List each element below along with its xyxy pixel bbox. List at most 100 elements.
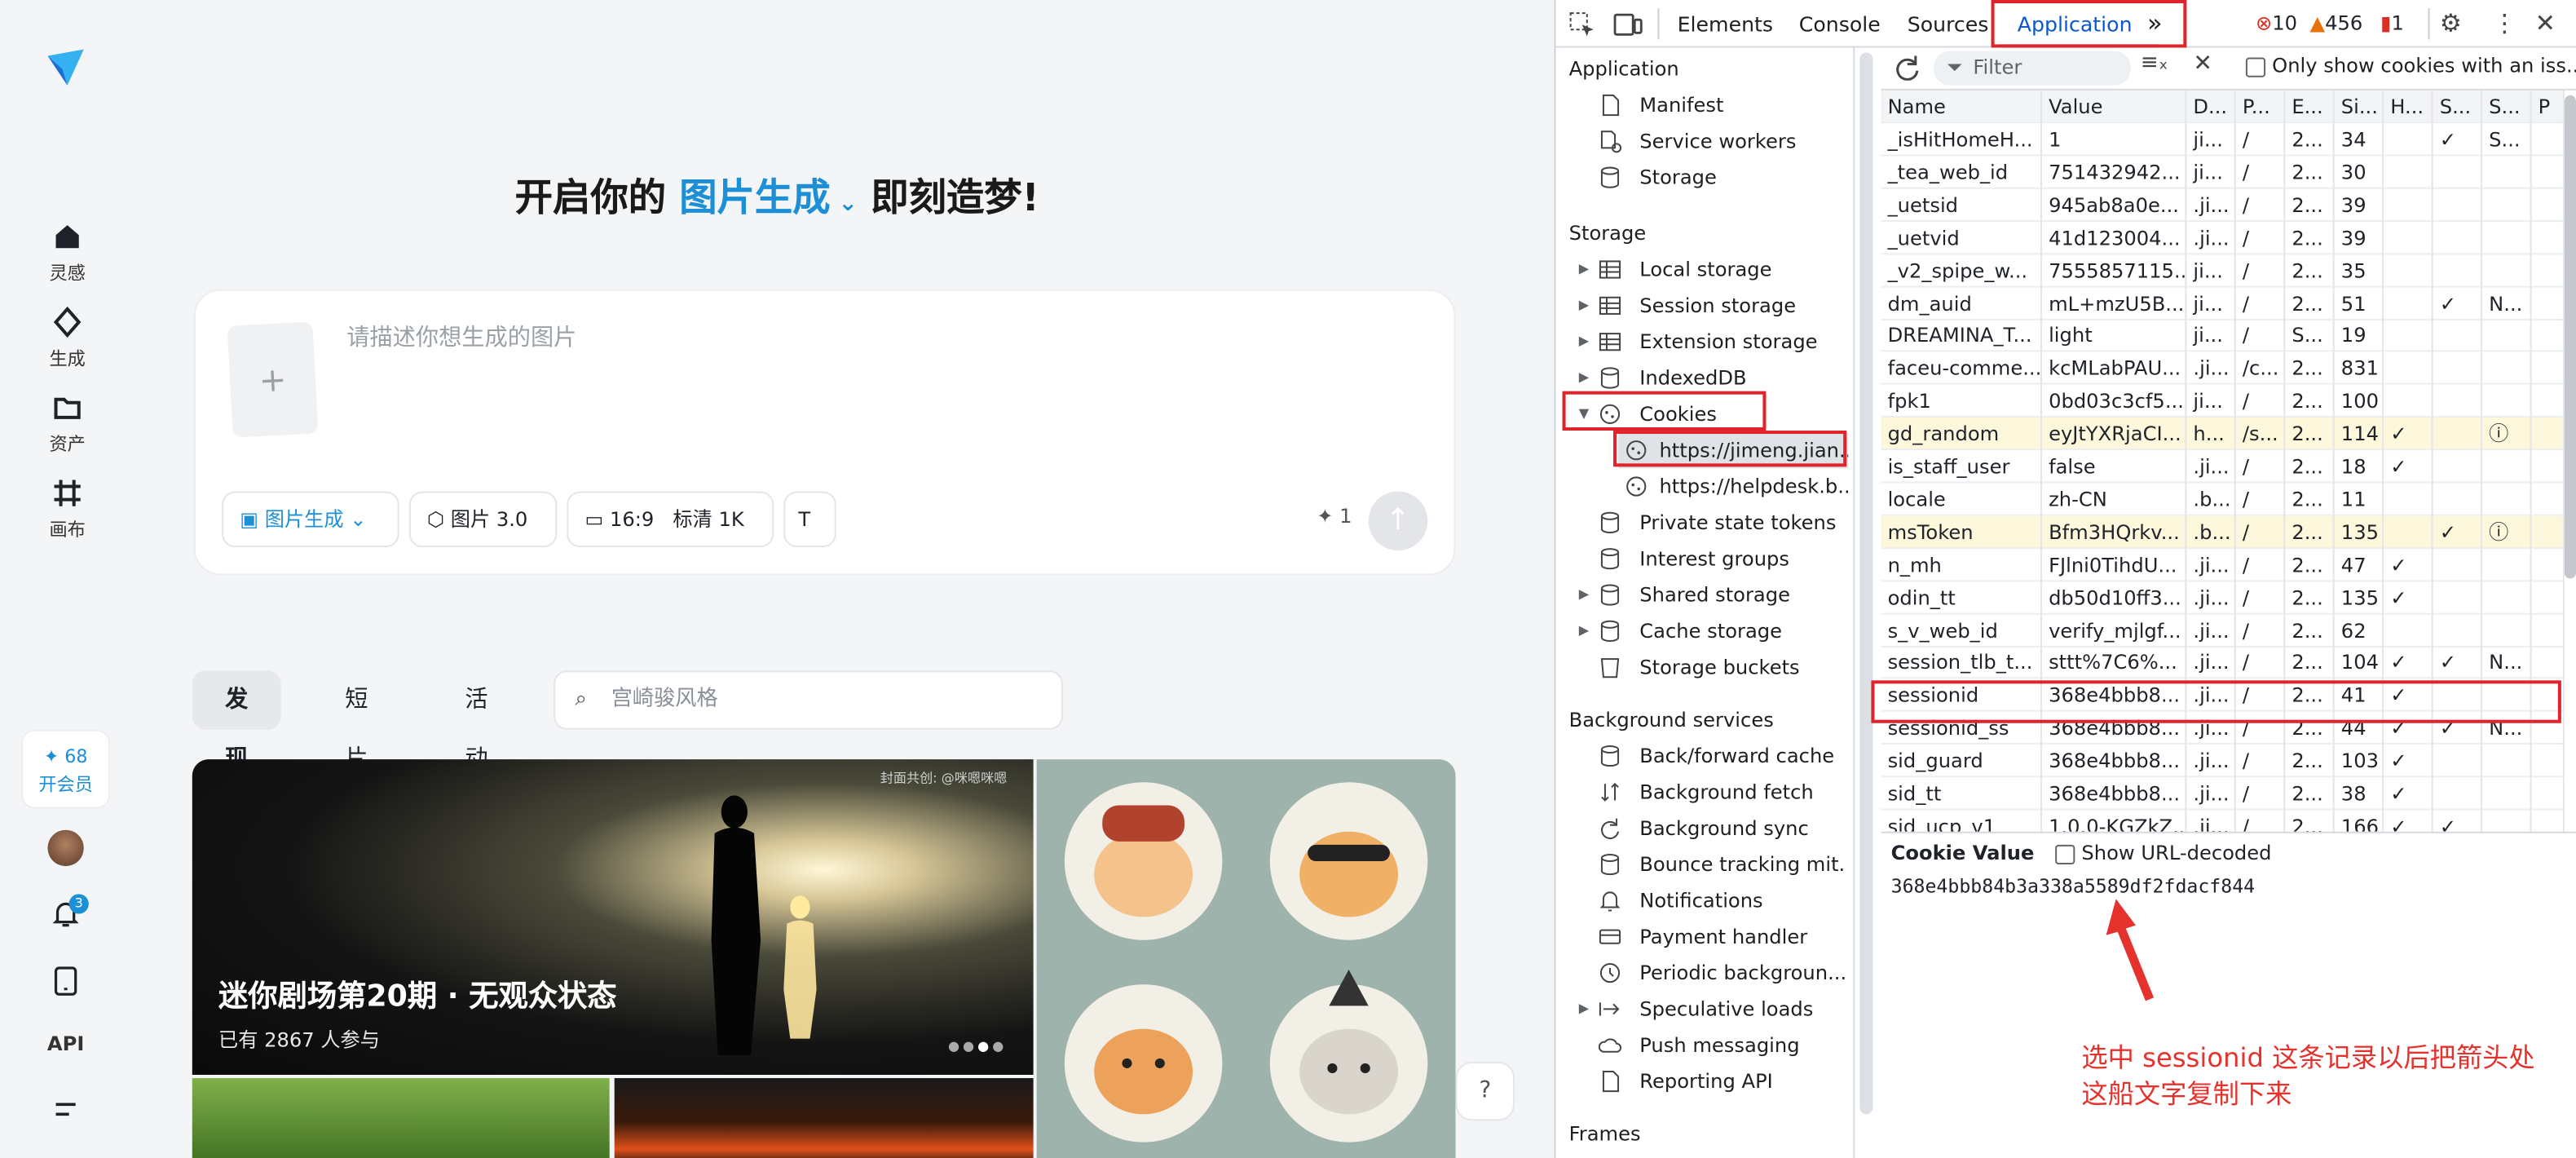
featured-banner[interactable]: 封面共创: @咪嗯咪嗯 迷你剧场第20期 · 无观众状态 已有 2867 人参与… [192, 759, 1034, 1076]
device-icon[interactable] [52, 966, 78, 996]
table-row[interactable]: dm_auid mL+mzU5B... ji.../2... 51 ✓ N... [1881, 286, 2565, 320]
model-select[interactable]: ⬡ 图片 3.0 [408, 491, 558, 548]
close-icon[interactable]: ✕ [2535, 8, 2556, 38]
expand-arrow-icon[interactable]: ▶ [1579, 251, 1589, 287]
sidebar-item-speculative-loads[interactable]: ▶ Speculative loads [1573, 991, 1852, 1027]
delete-selected-icon[interactable]: ✕ [2193, 51, 2212, 77]
column-header[interactable]: S... [2433, 90, 2483, 124]
sidebar-item-cache-storage[interactable]: ▶ Cache storage [1573, 613, 1852, 649]
expand-arrow-icon[interactable]: ▶ [1579, 324, 1589, 360]
nav-inspiration[interactable]: 灵感 [29, 220, 105, 286]
table-row[interactable]: _uetvid 41d123004... .ji.../2... 39 [1881, 221, 2565, 254]
table-row[interactable]: _uetsid 945ab8a0e... .ji.../2... 39 [1881, 188, 2565, 222]
table-row[interactable]: session_tlb_t... sttt%7C6%... .ji.../2... 1… [1881, 646, 2565, 680]
vip-button[interactable]: ✦ 68 开会员 [21, 729, 111, 809]
sidebar-item-private-state-tokens[interactable]: Private state tokens [1599, 505, 1845, 541]
table-row[interactable]: _v2_spipe_w... 7555857115... ji.../2... 35 [1881, 254, 2565, 287]
expand-arrow-icon[interactable]: ▶ [1579, 288, 1589, 324]
feed-thumb-sunset[interactable] [614, 1078, 1034, 1158]
error-counter[interactable]: ⊗10 [2256, 11, 2297, 34]
sidebar-item-manifest[interactable]: Manifest [1599, 87, 1845, 123]
sidebar-item-storage[interactable]: Storage [1599, 159, 1845, 195]
sidebar-item-reporting-api[interactable]: Reporting API [1599, 1063, 1845, 1099]
settings-gear-icon[interactable]: ⚙ [2440, 8, 2462, 38]
sidebar-item-service-workers[interactable]: Service workers [1599, 123, 1845, 159]
help-button[interactable]: ? [1455, 1061, 1515, 1121]
feed-thumb-cats[interactable] [1036, 759, 1456, 1158]
table-row[interactable]: fpk1 0bd03c3cf5... ji.../2... 100 [1881, 384, 2565, 418]
upload-reference-button[interactable]: + [227, 321, 319, 438]
table-row[interactable]: is_staff_user false .ji.../2... 18 ✓ [1881, 450, 2565, 484]
table-row[interactable]: gd_random eyJtYXRjaCI... h.../s... 2... 114 ✓… [1881, 418, 2565, 451]
search-input[interactable]: ⌕ 宫崎骏风格 [554, 670, 1063, 730]
mode-select[interactable]: ▣ 图片生成 ⌄ [222, 491, 399, 548]
ratio-quality-select[interactable]: ▭ 16:9 标清 1K [567, 491, 774, 548]
nav-assets[interactable]: 资产 [29, 391, 105, 457]
column-header[interactable]: S... [2482, 90, 2532, 124]
table-row[interactable]: sid_ucp_v1 1.0.0-KGZkZ... .ji.../2... 166 ✓ ✓ [1881, 810, 2565, 832]
column-header[interactable]: P [2532, 90, 2565, 124]
url-decode-checkbox[interactable] [2055, 844, 2075, 865]
expand-arrow-icon[interactable]: ▶ [1579, 991, 1589, 1027]
column-header[interactable]: Name [1881, 90, 2043, 124]
sidebar-scrollbar[interactable] [1859, 52, 1873, 1115]
sidebar-item-extension-storage[interactable]: ▶ Extension storage [1573, 324, 1852, 360]
app-logo[interactable] [44, 46, 86, 88]
sidebar-item-bounce-tracking[interactable]: Bounce tracking mit... [1599, 846, 1845, 882]
table-row[interactable]: n_mh FJlni0TihdU... .ji.../2... 47 ✓ [1881, 548, 2565, 581]
sidebar-item-notifications[interactable]: Notifications [1599, 882, 1845, 918]
table-row[interactable]: locale zh-CN .b.../2... 11 [1881, 483, 2565, 516]
kebab-menu-icon[interactable]: ⋮ [2492, 8, 2516, 38]
nav-generate[interactable]: 生成 [29, 306, 105, 372]
table-row[interactable]: sid_tt 368e4bbb8... .ji.../2... 38 ✓ [1881, 777, 2565, 811]
feed-thumb-leaves[interactable] [192, 1078, 610, 1158]
avatar[interactable] [47, 829, 84, 867]
menu-icon[interactable] [52, 1098, 78, 1120]
column-header[interactable]: E... [2285, 90, 2335, 124]
table-row[interactable]: _tea_web_id 751432942... ji.../2... 30 [1881, 156, 2565, 189]
table-row[interactable]: faceu-comme... kcMLabPAU... .ji.../c... 2..… [1881, 351, 2565, 386]
sidebar-item-storage-buckets[interactable]: Storage buckets [1599, 649, 1845, 685]
tab-events[interactable]: 活动 [432, 670, 521, 772]
refresh-icon[interactable] [1895, 55, 1921, 81]
column-header[interactable]: P... [2236, 90, 2286, 124]
column-header[interactable]: Value [2042, 90, 2187, 124]
sidebar-item-payment-handler[interactable]: Payment handler [1599, 919, 1845, 955]
sidebar-item-cookie-helpdesk[interactable]: https://helpdesk.b... [1618, 468, 1848, 504]
api-link[interactable]: API [36, 1032, 95, 1055]
prompt-input[interactable]: 请描述你想生成的图片 [346, 320, 576, 353]
table-row[interactable]: s_v_web_id verify_mjlgf... .ji.../2... 62 [1881, 613, 2565, 648]
sidebar-item-push-messaging[interactable]: Push messaging [1598, 1028, 1845, 1063]
cookie-value-text[interactable]: 368e4bbb84b3a338a5589df2fdacf844 [1891, 874, 2256, 897]
table-row[interactable]: _isHitHomeH... 1 ji.../2... 34 ✓ S... [1881, 123, 2565, 157]
inspect-element-icon[interactable] [1569, 11, 1595, 38]
sidebar-item-interest-groups[interactable]: Interest groups [1599, 541, 1845, 577]
tab-shorts[interactable]: 短片 [312, 670, 401, 772]
sidebar-item-background-fetch[interactable]: Background fetch [1599, 774, 1845, 810]
tab-discover[interactable]: 发现 [192, 670, 281, 772]
sidebar-item-bfcache[interactable]: Back/forward cache [1599, 738, 1845, 774]
expand-arrow-icon[interactable]: ▶ [1579, 613, 1589, 649]
tab-console[interactable]: Console [1799, 0, 1881, 47]
tab-sources[interactable]: Sources [1908, 0, 1989, 47]
sidebar-item-session-storage[interactable]: ▶ Session storage [1573, 288, 1852, 324]
issues-counter[interactable]: ▮1 [2380, 11, 2404, 34]
table-row[interactable]: sid_guard 368e4bbb8... .ji.../2... 103 ✓ [1881, 745, 2565, 778]
only-issues-checkbox[interactable] [2245, 57, 2266, 77]
column-header[interactable]: Si... [2335, 90, 2384, 124]
text-tool-button[interactable]: T [783, 491, 836, 548]
expand-arrow-icon[interactable]: ▶ [1579, 577, 1589, 612]
sidebar-item-shared-storage[interactable]: ▶ Shared storage [1573, 577, 1852, 612]
column-header[interactable]: D... [2186, 90, 2236, 124]
sidebar-item-periodic-sync[interactable]: Periodic backgroun... [1599, 955, 1845, 991]
sidebar-item-local-storage[interactable]: ▶ Local storage [1573, 251, 1852, 287]
filter-input[interactable]: ⏷ Filter [1934, 51, 2131, 86]
carousel-dots[interactable]: ●●●● [948, 1039, 1007, 1054]
nav-canvas[interactable]: 画布 [29, 476, 105, 542]
device-toolbar-icon[interactable] [1613, 11, 1643, 38]
table-row[interactable]: DREAMINA_T... light ji... / S... 19 [1881, 319, 2565, 353]
tab-elements[interactable]: Elements [1678, 0, 1773, 47]
table-row[interactable]: odin_tt db50d10ff3... .ji.../2... 135 ✓ [1881, 581, 2565, 614]
clear-filtered-icon[interactable]: ≡ₓ [2141, 51, 2168, 75]
warning-counter[interactable]: ▲456 [2310, 11, 2363, 34]
